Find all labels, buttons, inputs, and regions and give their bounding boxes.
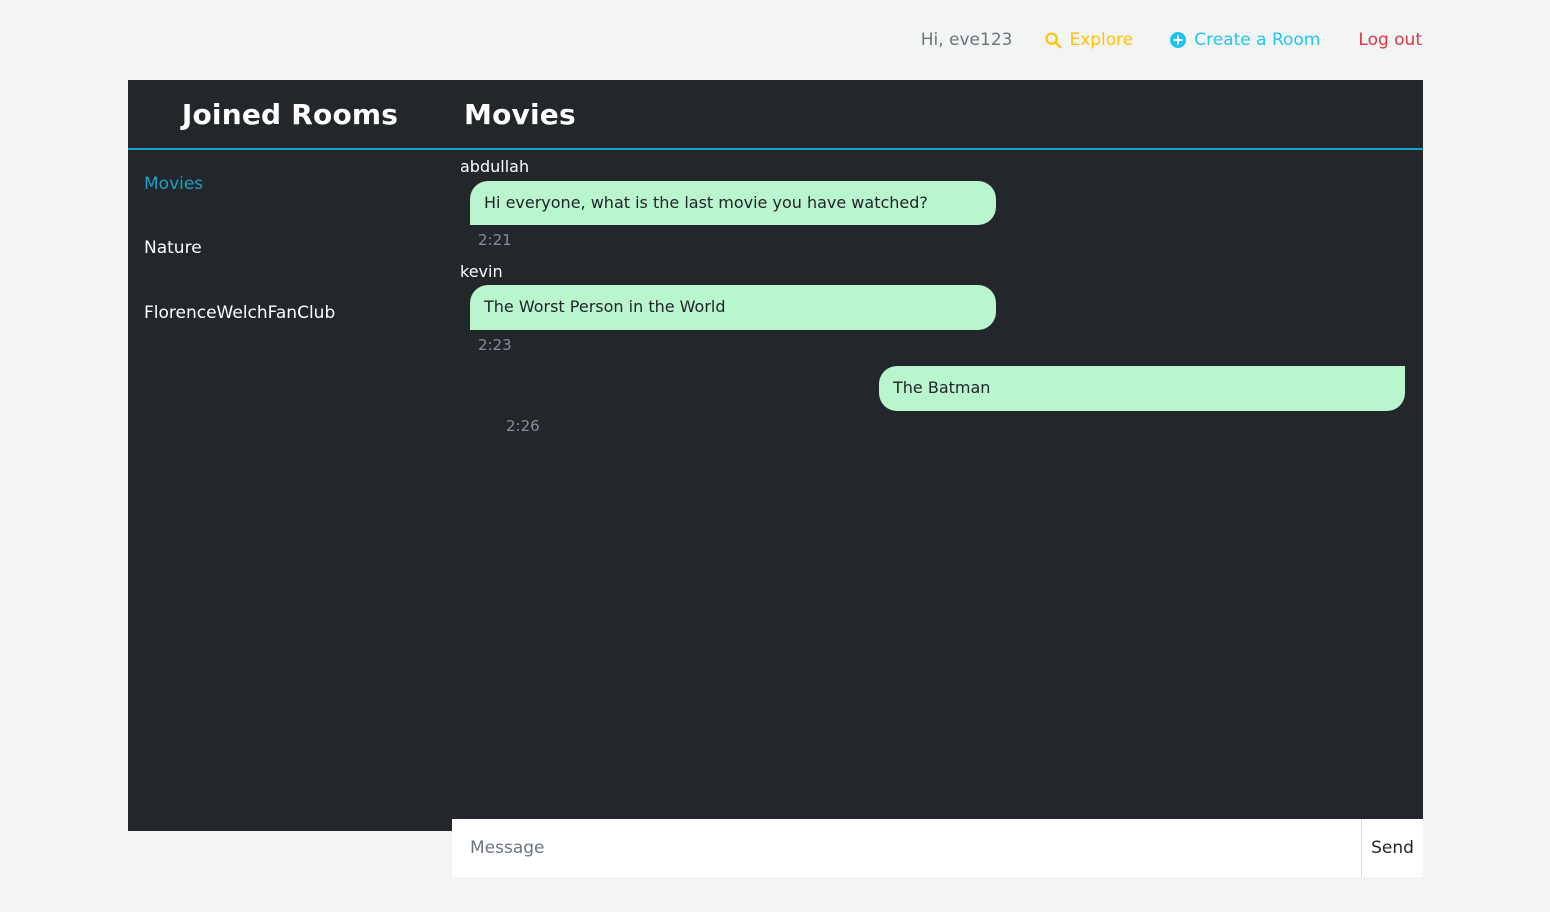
- message-composer: Send: [452, 819, 1423, 877]
- message-bubble: The Batman: [879, 365, 1405, 411]
- message-timestamp: 2:26: [506, 416, 540, 435]
- plus-circle-icon: [1169, 31, 1187, 49]
- message-input[interactable]: [452, 819, 1361, 877]
- message-timestamp: 2:21: [478, 231, 512, 250]
- message-item: kevin The Worst Person in the World 2:23: [458, 261, 1405, 356]
- user-greeting: Hi, eve123: [920, 29, 1013, 50]
- message-author: abdullah: [460, 157, 530, 176]
- joined-rooms-sidebar: Movies Nature FlorenceWelchFanClub: [128, 150, 452, 831]
- app-body: Movies Nature FlorenceWelchFanClub abdul…: [128, 150, 1423, 877]
- create-room-label: Create a Room: [1194, 29, 1321, 50]
- sidebar-item-nature[interactable]: Nature: [128, 230, 452, 266]
- search-icon: [1044, 31, 1062, 49]
- explore-label: Explore: [1069, 29, 1134, 50]
- logout-link[interactable]: Log out: [1358, 31, 1422, 49]
- send-button[interactable]: Send: [1361, 819, 1423, 877]
- message-bubble: The Worst Person in the World: [470, 285, 996, 331]
- chat-application-panel: Joined Rooms Movies Movies Nature Floren…: [128, 80, 1423, 877]
- message-bubble: Hi everyone, what is the last movie you …: [470, 180, 996, 226]
- chat-area: abdullah Hi everyone, what is the last m…: [452, 150, 1423, 877]
- sidebar-item-florencewelchfanclub[interactable]: FlorenceWelchFanClub: [128, 295, 452, 331]
- top-navigation-bar: Hi, eve123 Explore Create a Room Log out: [0, 0, 1550, 80]
- message-timestamp: 2:23: [478, 336, 512, 355]
- message-item-own: The Batman 2:26: [458, 365, 1405, 446]
- sidebar-item-movies[interactable]: Movies: [128, 166, 452, 202]
- joined-rooms-title: Joined Rooms: [181, 97, 399, 131]
- app-header: Joined Rooms Movies: [128, 80, 1423, 150]
- current-room-title: Movies: [464, 97, 576, 131]
- create-room-link[interactable]: Create a Room: [1169, 31, 1320, 49]
- message-author: kevin: [460, 261, 503, 281]
- explore-link[interactable]: Explore: [1044, 31, 1133, 49]
- message-item: abdullah Hi everyone, what is the last m…: [458, 156, 1405, 251]
- message-list: abdullah Hi everyone, what is the last m…: [452, 150, 1405, 757]
